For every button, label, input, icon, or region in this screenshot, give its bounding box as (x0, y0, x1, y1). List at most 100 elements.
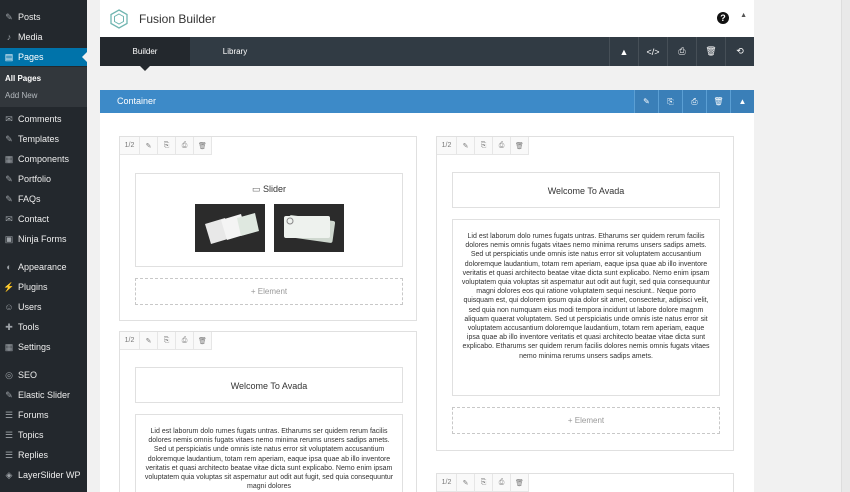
sidebar-item-templates[interactable]: ✎ Templates (0, 130, 87, 148)
sidebar-item-label: Users (18, 302, 42, 312)
column-size-button[interactable]: 1/2 (437, 137, 457, 155)
column-size-button[interactable]: 1/2 (120, 332, 140, 350)
admin-sidebar: All Pages Add New ✎ Posts ♪ Media ▤ Pages ✉ Com… (0, 0, 87, 492)
tab-library[interactable]: Library (190, 37, 280, 66)
main-area: Fusion Builder ? ▲ Builder Library ▲ </>… (87, 0, 841, 492)
delete-icon[interactable]: 🗑 (194, 137, 212, 155)
sidebar-item-label: Comments (18, 114, 62, 124)
code-icon[interactable]: </> (638, 37, 667, 66)
paint-icon: ◐ (6, 262, 12, 272)
title-element[interactable]: Welcome To Avada (452, 172, 720, 208)
edit-icon[interactable]: ✎ (457, 474, 475, 492)
scroll-gutter (841, 0, 850, 492)
save-icon[interactable]: ⎙ (176, 137, 194, 155)
builder-header: Fusion Builder ? ▲ (100, 0, 754, 37)
save-icon[interactable]: ⎙ (493, 137, 511, 155)
add-element-button[interactable]: + Element (135, 278, 403, 305)
slider-thumbnail-1 (195, 204, 265, 252)
tab-builder[interactable]: Builder (100, 37, 190, 71)
sidebar-item-label: Components (18, 154, 70, 164)
submenu-all-pages[interactable]: All Pages (5, 74, 41, 83)
text-element[interactable]: Lid est laborum dolo rumes fugats untras… (452, 219, 720, 396)
sidebar-item-label: Posts (18, 12, 41, 22)
clone-icon[interactable]: ⎘ (658, 90, 682, 113)
sidebar-item-appearance[interactable]: ◐ Appearance (0, 258, 87, 276)
sidebar-item-layerslider-wp[interactable]: ◈ LayerSlider WP (0, 466, 87, 484)
clone-icon[interactable]: ⎘ (158, 332, 176, 350)
welcome-title: Welcome To Avada (230, 381, 308, 391)
sidebar-item-elastic-slider[interactable]: ✎ Elastic Slider (0, 386, 87, 404)
save-icon[interactable]: ⎙ (493, 474, 511, 492)
clone-icon[interactable]: ⎘ (158, 137, 176, 155)
sidebar-item-label: Settings (18, 342, 51, 352)
submenu-add-new[interactable]: Add New (5, 91, 37, 100)
components-icon: ▦ (4, 153, 14, 164)
delete-icon[interactable]: 🗑 (696, 37, 725, 66)
forums-icon: ☰ (4, 409, 14, 420)
delete-icon[interactable]: 🗑 (194, 332, 212, 350)
collapse-icon[interactable]: ▲ (740, 12, 747, 19)
sidebar-item-label: LayerSlider WP (18, 470, 81, 480)
toggle-up-icon[interactable]: ▲ (609, 37, 638, 66)
delete-icon[interactable]: 🗑 (511, 474, 529, 492)
seo-icon: ◎ (5, 369, 13, 380)
slider-element[interactable]: ▭ Slider (135, 173, 403, 267)
sidebar-item-media[interactable]: ♪ Media (0, 28, 87, 46)
add-element-button[interactable]: + Element (452, 407, 720, 434)
history-icon[interactable]: ⟲ (725, 37, 754, 66)
sidebar-item-comments[interactable]: ✉ Comments (0, 110, 87, 128)
sidebar-item-portfolio[interactable]: ✎ Portfolio (0, 170, 87, 188)
clone-icon[interactable]: ⎘ (475, 137, 493, 155)
replies-icon: ☰ (4, 449, 14, 460)
column-size-button[interactable]: 1/2 (437, 474, 457, 492)
sidebar-item-label: Tools (18, 322, 40, 332)
delete-icon[interactable]: 🗑 (706, 90, 730, 113)
text-element[interactable]: Lid est laborum dolo rumes fugats untras… (135, 414, 403, 492)
sidebar-item-label: Replies (18, 450, 49, 460)
sidebar-item-settings[interactable]: ▦ Settings (0, 338, 87, 356)
sidebar-item-faqs[interactable]: ✎ FAQs (0, 190, 87, 208)
sidebar-item-plugins[interactable]: ⚡ Plugins (0, 278, 87, 296)
column-left-top: 1/2 ✎ ⎘ ⎙ 🗑 ▭ Slider + Element (119, 136, 417, 321)
edit-icon[interactable]: ✎ (140, 332, 158, 350)
fusion-logo-icon (110, 8, 128, 29)
save-icon[interactable]: ⎙ (682, 90, 706, 113)
sidebar-item-label: SEO (18, 370, 38, 380)
sidebar-item-label: Appearance (18, 262, 67, 272)
help-icon[interactable]: ? (717, 12, 729, 24)
edit-icon[interactable]: ✎ (140, 137, 158, 155)
sidebar-item-posts[interactable]: ✎ Posts (0, 8, 87, 26)
brochure-image (195, 204, 265, 252)
column-size-button[interactable]: 1/2 (120, 137, 140, 155)
container-label: Container (117, 96, 157, 106)
save-icon[interactable]: ⎙ (667, 37, 696, 66)
sidebar-item-ninja-forms[interactable]: ▣ Ninja Forms (0, 230, 87, 248)
pages-submenu: All Pages Add New (0, 67, 87, 107)
comment-icon: ✉ (5, 113, 13, 124)
sidebar-item-label: Forums (18, 410, 49, 420)
sidebar-item-replies[interactable]: ☰ Replies (0, 446, 87, 464)
title-element[interactable]: Welcome To Avada (135, 367, 403, 403)
column-toolbar: 1/2 ✎ ⎘ ⎙ 🗑 (120, 332, 212, 350)
clone-icon[interactable]: ⎘ (475, 474, 493, 492)
topics-icon: ☰ (4, 429, 14, 440)
pin-icon: ✎ (5, 133, 13, 144)
sidebar-item-components[interactable]: ▦ Components (0, 150, 87, 168)
sidebar-item-seo[interactable]: ◎ SEO (0, 366, 87, 384)
sidebar-item-pages[interactable]: ▤ Pages (0, 48, 87, 66)
sidebar-item-tools[interactable]: ✚ Tools (0, 318, 87, 336)
delete-icon[interactable]: 🗑 (511, 137, 529, 155)
sidebar-item-label: Ninja Forms (18, 234, 67, 244)
sidebar-item-contact[interactable]: ✉ Contact (0, 210, 87, 228)
pin-icon: ✎ (5, 11, 13, 22)
container-bar[interactable]: Container ✎ ⎘ ⎙ 🗑 ▲ (100, 90, 754, 113)
sidebar-item-users[interactable]: ☺ Users (0, 298, 87, 316)
sidebar-item-topics[interactable]: ☰ Topics (0, 426, 87, 444)
save-icon[interactable]: ⎙ (176, 332, 194, 350)
collapse-icon[interactable]: ▲ (730, 90, 754, 113)
edit-icon[interactable]: ✎ (457, 137, 475, 155)
builder-tabbar: Builder Library ▲ </> ⎙ 🗑 ⟲ (100, 37, 754, 71)
body-text: Lid est laborum dolo rumes fugats untras… (144, 428, 394, 491)
sidebar-item-forums[interactable]: ☰ Forums (0, 406, 87, 424)
edit-icon[interactable]: ✎ (634, 90, 658, 113)
